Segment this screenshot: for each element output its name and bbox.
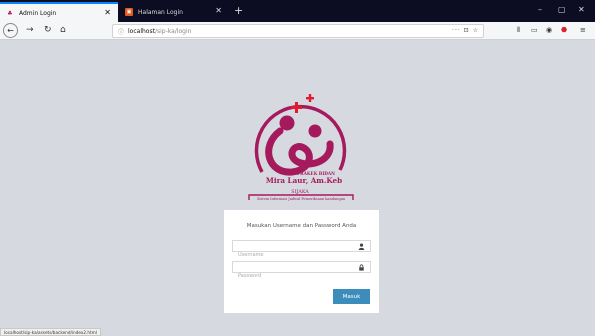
extension-icon[interactable]: ◉	[546, 26, 552, 34]
password-input[interactable]	[233, 271, 370, 281]
info-icon[interactable]: ⓘ	[118, 27, 124, 36]
status-bar-url: localhost/sip-ka/assets/backend/index2.h…	[0, 328, 101, 336]
tab-halaman-login[interactable]: ▣ Halaman Login ✕	[119, 2, 229, 22]
back-icon[interactable]: ←	[3, 23, 18, 38]
tab-title: Halaman Login	[138, 8, 183, 16]
close-tab-icon[interactable]: ✕	[104, 9, 111, 17]
library-icon[interactable]: ⫴	[517, 26, 520, 35]
maximize-icon[interactable]: ▢	[558, 5, 566, 14]
page-actions[interactable]: ··· ⊡ ☆	[452, 27, 479, 34]
url-host: localhost	[128, 27, 155, 35]
login-title: Masukan Username dan Password Anda	[246, 223, 357, 229]
minimize-icon[interactable]: –	[538, 5, 542, 14]
mother-child-icon	[279, 115, 322, 138]
login-button[interactable]: Masuk	[333, 289, 370, 304]
sidebar-icon[interactable]: ▭	[531, 26, 538, 34]
username-input[interactable]	[233, 250, 370, 260]
password-field-wrapper	[232, 261, 371, 281]
menu-icon[interactable]: ≡	[580, 26, 586, 34]
close-window-icon[interactable]: ✕	[578, 5, 585, 14]
home-icon[interactable]: ⌂	[60, 24, 66, 36]
navigation-bar: ← → ↻ ⌂ ⓘ localhost/sip-ka/login ··· ⊡ ☆…	[0, 22, 595, 40]
tab-favicon-icon: ▣	[125, 8, 133, 16]
lock-icon	[359, 264, 364, 271]
username-field-wrapper	[232, 240, 371, 260]
reload-icon[interactable]: ↻	[44, 24, 52, 36]
tab-favicon-icon: ♣	[7, 9, 13, 17]
plus-icon[interactable]: +	[234, 4, 243, 17]
tab-strip: ♣ Admin Login ✕ ▣ Halaman Login ✕ + – ▢ …	[0, 0, 595, 22]
url-path: /sip-ka/login	[154, 27, 192, 35]
user-icon	[358, 243, 365, 250]
clinic-logo: PRAKEK BIDAN Mira Laur, Am.Keb SIJAKA Si…	[248, 94, 354, 201]
login-page: PRAKEK BIDAN Mira Laur, Am.Keb SIJAKA Si…	[0, 40, 595, 336]
tab-title: Admin Login	[19, 9, 57, 17]
logo-line-4: Sistem Informasi Jadwal Pemeriksaan kand…	[257, 197, 346, 201]
logo-line-3: SIJAKA	[291, 189, 309, 195]
logo-line-2: Mira Laur, Am.Keb	[266, 176, 342, 185]
tab-admin-login[interactable]: ♣ Admin Login ✕	[0, 2, 118, 22]
close-tab-icon[interactable]: ✕	[215, 7, 222, 15]
address-bar[interactable]: ⓘ localhost/sip-ka/login ··· ⊡ ☆	[112, 24, 484, 38]
cross-icon	[291, 94, 314, 113]
login-card: Masukan Username dan Password Anda Masuk	[224, 210, 379, 313]
adblock-icon[interactable]: ⬣	[561, 26, 567, 34]
forward-icon[interactable]: →	[26, 24, 34, 36]
